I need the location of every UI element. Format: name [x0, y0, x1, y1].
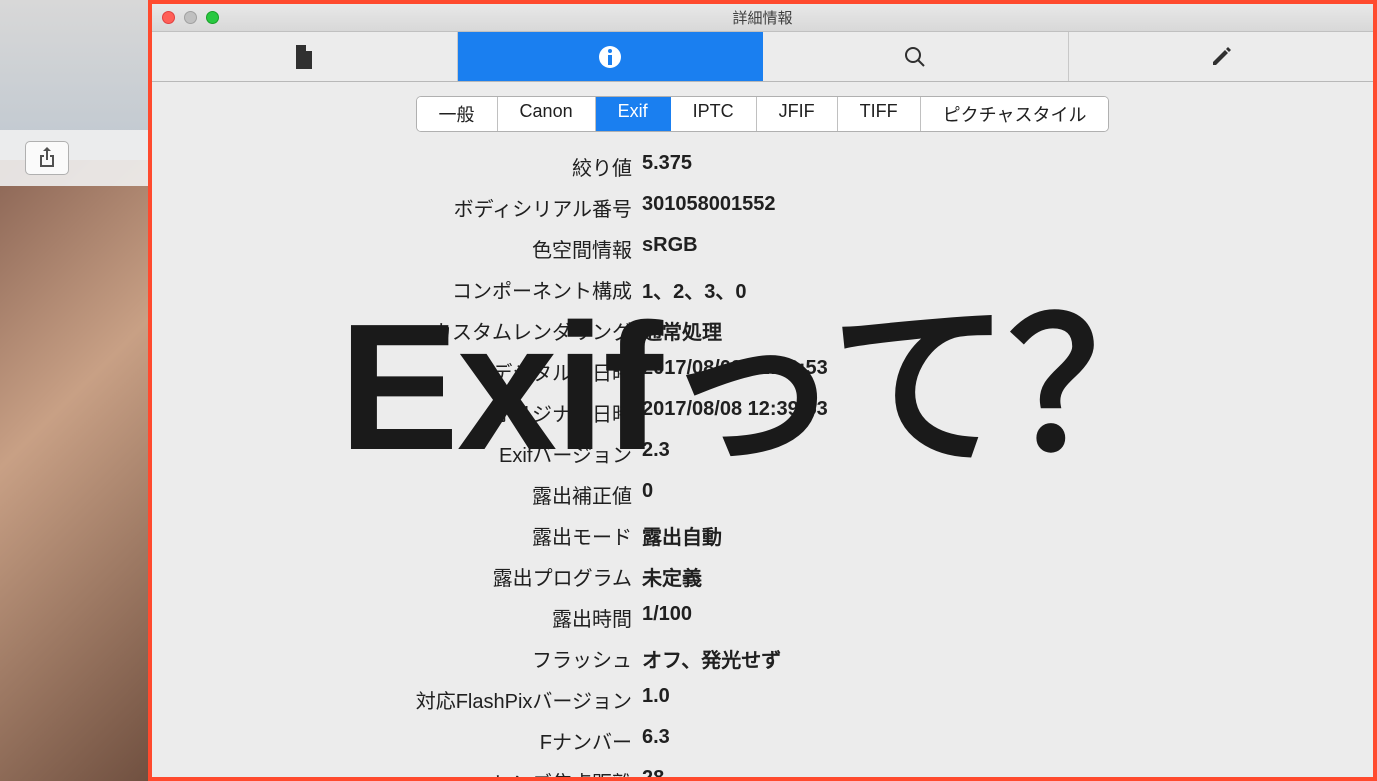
property-label: ボディシリアル番号 [152, 193, 642, 222]
property-value: 1/100 [642, 603, 1373, 632]
tab-一般[interactable]: 一般 [417, 97, 498, 131]
property-row: フラッシュオフ、発光せず [152, 638, 1373, 679]
property-row: 対応FlashPixバージョン1.0 [152, 679, 1373, 720]
share-toolbar [0, 130, 150, 186]
property-row: デジタル化日時2017/08/08 12:39:53 [152, 351, 1373, 392]
tab-jfif[interactable]: JFIF [757, 97, 838, 131]
tab-tiff[interactable]: TIFF [838, 97, 921, 131]
property-row: 色空間情報sRGB [152, 228, 1373, 269]
property-row: 露出プログラム未定義 [152, 556, 1373, 597]
background-photo-left [0, 160, 150, 781]
close-button[interactable] [162, 11, 175, 24]
property-row: 露出補正値0 [152, 474, 1373, 515]
property-value: 1.0 [642, 685, 1373, 714]
tab-iptc[interactable]: IPTC [671, 97, 757, 131]
property-label: 対応FlashPixバージョン [152, 685, 642, 714]
property-label: 色空間情報 [152, 234, 642, 263]
window-title: 詳細情報 [152, 7, 1373, 28]
property-label: 露出時間 [152, 603, 642, 632]
property-label: カスタムレンダリング [152, 316, 642, 345]
property-value: オフ、発光せず [642, 644, 1373, 673]
property-label: 露出補正値 [152, 480, 642, 509]
property-value: 2.3 [642, 439, 1373, 468]
tab-ピクチャスタイル[interactable]: ピクチャスタイル [921, 97, 1109, 131]
property-row: Exifバージョン2.3 [152, 433, 1373, 474]
property-label: 露出モード [152, 521, 642, 550]
property-row: カスタムレンダリング通常処理 [152, 310, 1373, 351]
property-value: 6.3 [642, 726, 1373, 755]
property-value: 2017/08/08 12:39:53 [642, 398, 1373, 427]
property-label: オリジナル日時 [152, 398, 642, 427]
property-value: 1、2、3、0 [642, 275, 1373, 304]
property-row: レンズ焦点距離28 [152, 761, 1373, 777]
property-value: 露出自動 [642, 521, 1373, 550]
property-row: ボディシリアル番号301058001552 [152, 187, 1373, 228]
property-row: Fナンバー6.3 [152, 720, 1373, 761]
property-label: レンズ焦点距離 [152, 767, 642, 777]
pencil-icon [1210, 46, 1232, 68]
category-tabs: 一般CanonExifIPTCJFIFTIFFピクチャスタイル [152, 82, 1373, 142]
property-label: コンポーネント構成 [152, 275, 642, 304]
properties-list: 絞り値5.375ボディシリアル番号301058001552色空間情報sRGBコン… [152, 142, 1373, 777]
document-icon [294, 45, 314, 69]
share-icon [38, 147, 56, 169]
property-label: フラッシュ [152, 644, 642, 673]
toolbar-file-button[interactable] [152, 32, 458, 81]
info-icon [598, 45, 622, 69]
toolbar-search-button[interactable] [763, 32, 1069, 81]
property-label: Exifバージョン [152, 439, 642, 468]
tab-canon[interactable]: Canon [498, 97, 596, 131]
toolbar-edit-button[interactable] [1069, 32, 1374, 81]
toolbar-info-button[interactable] [458, 32, 764, 81]
tab-exif[interactable]: Exif [596, 97, 671, 131]
minimize-button[interactable] [184, 11, 197, 24]
property-label: Fナンバー [152, 726, 642, 755]
property-label: 絞り値 [152, 152, 642, 181]
traffic-lights [152, 11, 219, 24]
property-value: 5.375 [642, 152, 1373, 181]
property-value: 301058001552 [642, 193, 1373, 222]
property-row: 露出時間1/100 [152, 597, 1373, 638]
property-value: sRGB [642, 234, 1373, 263]
property-value: 2017/08/08 12:39:53 [642, 357, 1373, 386]
zoom-button[interactable] [206, 11, 219, 24]
property-value: 未定義 [642, 562, 1373, 591]
property-value: 0 [642, 480, 1373, 509]
inspector-window: 詳細情報 一般CanonExifIPTCJFI [148, 0, 1377, 781]
property-row: 露出モード露出自動 [152, 515, 1373, 556]
titlebar[interactable]: 詳細情報 [152, 4, 1373, 32]
search-icon [904, 46, 926, 68]
property-label: 露出プログラム [152, 562, 642, 591]
property-value: 28 [642, 767, 1373, 777]
property-row: コンポーネント構成1、2、3、0 [152, 269, 1373, 310]
property-row: オリジナル日時2017/08/08 12:39:53 [152, 392, 1373, 433]
property-value: 通常処理 [642, 316, 1373, 345]
share-button[interactable] [25, 141, 69, 175]
property-label: デジタル化日時 [152, 357, 642, 386]
toolbar [152, 32, 1373, 82]
property-row: 絞り値5.375 [152, 146, 1373, 187]
